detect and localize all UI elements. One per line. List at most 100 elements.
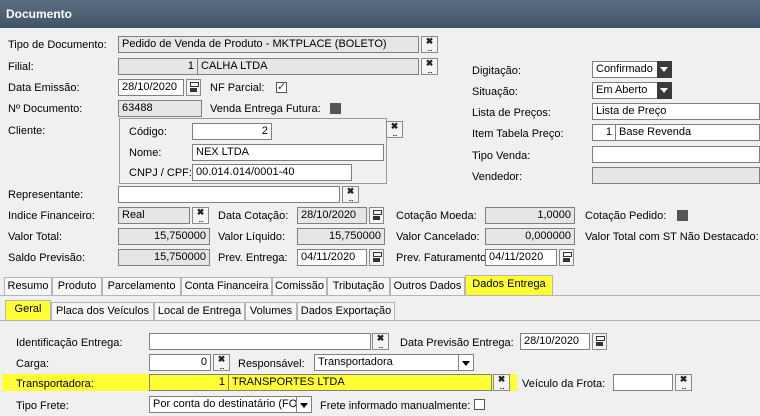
chevron-down-icon[interactable]	[296, 396, 312, 413]
valor-total-field: 15,750000	[118, 228, 210, 245]
veiculo-frota-field[interactable]	[613, 374, 673, 391]
valor-total-label: Valor Total:	[8, 231, 63, 243]
tab-tributacao[interactable]: Tributação	[327, 277, 390, 296]
cliente-codigo-field[interactable]: 2	[192, 123, 272, 140]
carga-label: Carga:	[16, 358, 50, 370]
ellipsis-icon: ...	[392, 128, 398, 138]
nf-parcial-checkbox[interactable]: ✓	[276, 82, 287, 93]
filial-name-field: CALHA LTDA	[197, 58, 419, 75]
filial-lookup-button[interactable]: ✖...	[421, 58, 438, 75]
filial-label: Filial:	[8, 61, 34, 73]
lista-precos-field[interactable]: Lista de Preço	[592, 103, 760, 120]
cliente-label: Cliente:	[8, 125, 46, 137]
cotacao-moeda-field: 1,0000	[485, 207, 575, 224]
identificacao-entrega-label: Identificação Entrega:	[16, 337, 123, 349]
venda-entrega-futura-label: Venda Entrega Futura:	[210, 103, 321, 115]
veiculo-frota-lookup-button[interactable]: ✖...	[675, 374, 692, 391]
responsavel-select[interactable]: Transportadora	[314, 354, 459, 371]
chevron-down-icon[interactable]	[657, 61, 672, 78]
tab-outros-dados[interactable]: Outros Dados	[390, 277, 465, 296]
transportadora-code-field[interactable]: 1	[149, 374, 229, 391]
chevron-down-icon[interactable]	[458, 354, 474, 371]
cliente-lookup-button[interactable]: ✖...	[386, 121, 403, 138]
tab-conta-financeira[interactable]: Conta Financeira	[181, 277, 272, 296]
cliente-nome-field[interactable]: NEX LTDA	[192, 144, 384, 161]
saldo-previsao-field: 15,750000	[118, 249, 210, 266]
cliente-cnpj-label: CNPJ / CPF:	[129, 167, 192, 179]
identificacao-lookup-button[interactable]: ✖...	[372, 333, 389, 350]
prev-entrega-field[interactable]: 04/11/2020	[297, 249, 367, 266]
representante-lookup-button[interactable]: ✖...	[342, 186, 359, 203]
num-documento-field: 63488	[118, 100, 202, 117]
prev-entrega-label: Prev. Entrega:	[218, 252, 288, 264]
subtab-geral[interactable]: Geral	[5, 300, 51, 320]
calendar-icon[interactable]	[369, 207, 384, 224]
tab-produto[interactable]: Produto	[52, 277, 102, 296]
tab-resumo[interactable]: Resumo	[4, 277, 52, 296]
veiculo-frota-label: Veículo da Frota:	[522, 378, 606, 390]
calendar-icon[interactable]	[559, 249, 574, 266]
data-cotacao-label: Data Cotação:	[218, 210, 289, 222]
tipo-documento-lookup-button[interactable]: ✖...	[421, 36, 438, 53]
tipo-frete-select[interactable]: Por conta do destinatário (FO	[149, 396, 297, 413]
data-emissao-field[interactable]: 28/10/2020	[118, 79, 184, 96]
cotacao-moeda-label: Cotação Moeda:	[396, 210, 477, 222]
tipo-frete-label: Tipo Frete:	[16, 400, 69, 412]
tipo-documento-label: Tipo de Documento:	[8, 39, 107, 51]
tab-dados-entrega[interactable]: Dados Entrega	[465, 275, 553, 296]
chevron-down-icon[interactable]	[657, 82, 672, 99]
item-tabela-preco-code[interactable]: 1	[592, 124, 616, 141]
valor-total-st-label: Valor Total com ST Não Destacado:	[585, 231, 759, 243]
cotacao-pedido-label: Cotação Pedido:	[585, 210, 667, 222]
transportadora-label: Transportadora:	[16, 378, 94, 390]
saldo-previsao-label: Saldo Previsão:	[8, 252, 86, 264]
valor-cancelado-label: Valor Cancelado:	[396, 231, 480, 243]
transportadora-lookup-button[interactable]: ✖...	[493, 374, 510, 391]
item-tabela-preco-label: Item Tabela Preço:	[472, 128, 564, 140]
indice-financeiro-lookup-button[interactable]: ✖...	[192, 207, 209, 224]
indice-financeiro-field[interactable]: Real	[118, 207, 190, 224]
representante-label: Representante:	[8, 189, 84, 201]
prev-faturamento-field[interactable]: 04/11/2020	[485, 249, 557, 266]
identificacao-entrega-field[interactable]	[149, 333, 371, 350]
num-documento-label: Nº Documento:	[8, 103, 83, 115]
ellipsis-icon: ...	[348, 193, 354, 203]
digitacao-select[interactable]: Confirmado	[592, 61, 658, 78]
ellipsis-icon: ...	[681, 381, 687, 391]
lista-precos-label: Lista de Preços:	[472, 107, 551, 119]
calendar-icon[interactable]	[186, 79, 201, 96]
valor-cancelado-field: 0,000000	[485, 228, 575, 245]
checkmark-icon: ✓	[277, 81, 287, 93]
item-tabela-preco-name: Base Revenda	[615, 124, 760, 141]
data-previsao-entrega-field[interactable]: 28/10/2020	[520, 333, 590, 350]
cliente-cnpj-field[interactable]: 00.014.014/0001-40	[192, 164, 352, 181]
ellipsis-icon: ...	[427, 65, 433, 75]
situacao-select[interactable]: Em Aberto	[592, 82, 658, 99]
subtab-local-entrega[interactable]: Local de Entrega	[154, 302, 245, 320]
subtab-dados-exportacao[interactable]: Dados Exportação	[297, 302, 395, 320]
tipo-venda-field[interactable]	[592, 146, 760, 163]
tab-parcelamento[interactable]: Parcelamento	[102, 277, 181, 296]
vendedor-label: Vendedor:	[472, 171, 523, 183]
tipo-documento-field[interactable]: Pedido de Venda de Produto - MKTPLACE (B…	[118, 36, 419, 53]
cotacao-pedido-checkbox[interactable]	[677, 210, 688, 221]
subtab-placa-veiculos[interactable]: Placa dos Veículos	[51, 302, 154, 320]
frete-manual-checkbox[interactable]	[474, 399, 485, 410]
transportadora-name-field: TRANSPORTES LTDA	[228, 374, 492, 391]
tab-comissao[interactable]: Comissão	[272, 277, 327, 296]
data-emissao-label: Data Emissão:	[8, 82, 80, 94]
calendar-icon[interactable]	[592, 333, 607, 350]
nf-parcial-label: NF Parcial:	[210, 82, 265, 94]
valor-liquido-field: 15,750000	[297, 228, 385, 245]
situacao-label: Situação:	[472, 86, 518, 98]
data-cotacao-field[interactable]: 28/10/2020	[297, 207, 367, 224]
carga-lookup-button[interactable]: ✖...	[213, 354, 230, 371]
valor-liquido-label: Valor Líquido:	[218, 231, 286, 243]
filial-code-field[interactable]: 1	[118, 58, 198, 75]
subtab-volumes[interactable]: Volumes	[245, 302, 297, 320]
carga-field[interactable]: 0	[149, 354, 211, 371]
calendar-icon[interactable]	[369, 249, 384, 266]
vendedor-field[interactable]	[592, 167, 760, 184]
venda-entrega-futura-checkbox[interactable]	[330, 103, 341, 114]
representante-field[interactable]	[118, 186, 340, 203]
